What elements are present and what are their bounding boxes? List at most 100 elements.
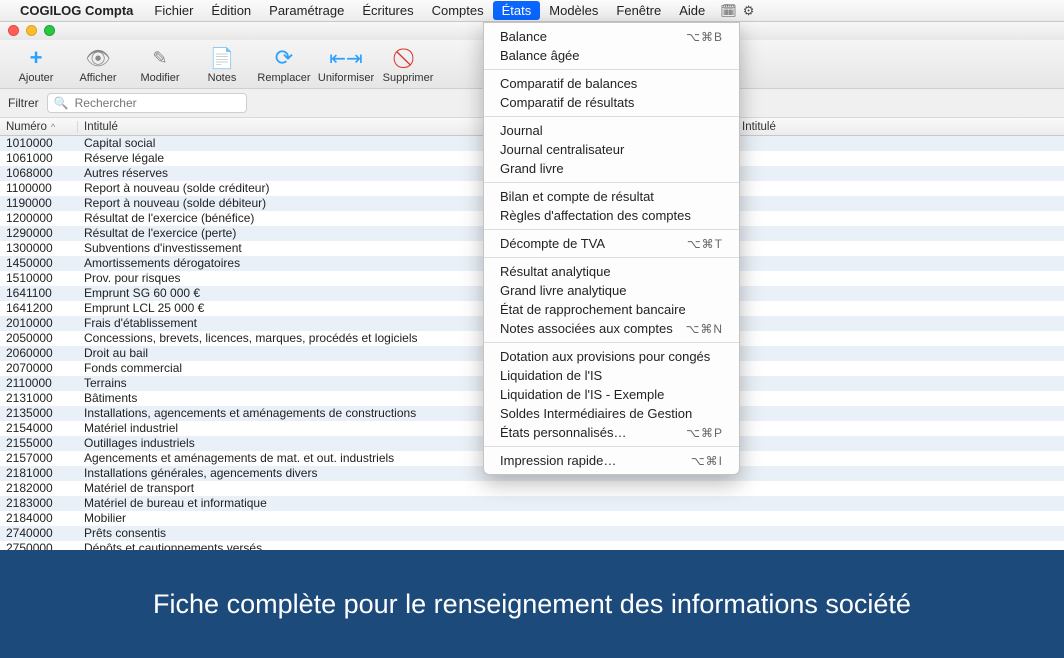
gear-icon[interactable]: ⚙ [743,3,755,19]
menu-item-label: États personnalisés… [500,425,626,440]
menu-fenêtre[interactable]: Fenêtre [607,1,670,20]
menu-item[interactable]: Bilan et compte de résultat [484,187,739,206]
menu-item[interactable]: Comparatif de balances [484,74,739,93]
menu-separator [484,69,739,70]
menu-modèles[interactable]: Modèles [540,1,607,20]
menu-item[interactable]: Journal centralisateur [484,140,739,159]
menu-item[interactable]: État de rapprochement bancaire [484,300,739,319]
menu-item-label: Règles d'affectation des comptes [500,208,691,223]
toolbar-label: Supprimer [383,72,434,84]
macos-menubar: COGILOG Compta FichierÉditionParamétrage… [0,0,1064,22]
cell-intitule: Report à nouveau (solde créditeur) [78,181,269,196]
cell-numero: 2110000 [0,376,78,391]
toolbar-label: Notes [208,72,237,84]
cell-numero: 2050000 [0,331,78,346]
menu-item[interactable]: Comparatif de résultats [484,93,739,112]
menu-états[interactable]: États [493,1,541,20]
column-intitule-2[interactable]: Intitulé [736,121,776,133]
toolbar-ajouter-button[interactable]: +Ajouter [6,44,66,86]
cell-numero: 1300000 [0,241,78,256]
toolbar-label: Uniformiser [318,72,374,84]
menu-item[interactable]: Balance âgée [484,46,739,65]
toolbar-modifier-button[interactable]: ✎ Modifier [130,44,190,86]
menu-item[interactable]: Dotation aux provisions pour congés [484,347,739,366]
toolbar-notes-button[interactable]: 📄Notes [192,44,252,86]
column-numero[interactable]: Numéro ^ [0,121,78,133]
cell-numero: 2070000 [0,361,78,376]
menu-édition[interactable]: Édition [202,1,260,20]
menu-fichier[interactable]: Fichier [145,1,202,20]
menu-item-label: Notes associées aux comptes [500,321,673,336]
menu-item[interactable]: Journal [484,121,739,140]
search-icon: 🔍 [54,96,69,110]
table-row[interactable]: 2183000Matériel de bureau et informatiqu… [0,496,1064,511]
search-input-wrap[interactable]: 🔍 [47,93,247,113]
toolbar-afficher-button[interactable]: 👁 Afficher [68,44,128,86]
column-intitule[interactable]: Intitulé [78,121,118,133]
toolbar-uniformiser-button[interactable]: ⇤⇥Uniformiser [316,44,376,86]
cell-numero: 1510000 [0,271,78,286]
cell-intitule: Droit au bail [78,346,148,361]
toolbar-label: Afficher [79,72,116,84]
cell-intitule: Dépôts et cautionnements versés [78,541,262,550]
menu-item[interactable]: Impression rapide…⌥⌘I [484,451,739,470]
eye-icon: 👁 [86,46,110,70]
menu-item[interactable]: Résultat analytique [484,262,739,281]
cell-intitule: Fonds commercial [78,361,182,376]
menu-item[interactable]: Notes associées aux comptes⌥⌘N [484,319,739,338]
cell-intitule: Matériel de transport [78,481,194,496]
menu-item[interactable]: Règles d'affectation des comptes [484,206,739,225]
cell-numero: 1010000 [0,136,78,151]
app-name[interactable]: COGILOG Compta [20,3,133,18]
menu-écritures[interactable]: Écritures [353,1,422,20]
menu-item[interactable]: Liquidation de l'IS [484,366,739,385]
calendar-icon[interactable]: 🗓 [720,3,737,19]
menu-item-label: Comparatif de résultats [500,95,634,110]
menu-item[interactable]: Liquidation de l'IS - Exemple [484,385,739,404]
zoom-window-icon[interactable] [44,25,55,36]
menu-item[interactable]: Grand livre analytique [484,281,739,300]
menu-item[interactable]: Balance⌥⌘B [484,27,739,46]
cell-intitule: Bâtiments [78,391,137,406]
cell-intitule: Prov. pour risques [78,271,181,286]
menu-item[interactable]: Grand livre [484,159,739,178]
menu-item-label: Dotation aux provisions pour congés [500,349,710,364]
close-window-icon[interactable] [8,25,19,36]
cell-intitule: Installations générales, agencements div… [78,466,317,481]
cell-intitule: Installations, agencements et aménagemen… [78,406,416,421]
pencil-icon: ✎ [148,46,172,70]
cell-numero: 2131000 [0,391,78,406]
etats-menu-dropdown: Balance⌥⌘B Balance âgée Comparatif de bala… [483,22,740,475]
toolbar-supprimer-button[interactable]: ⃠Supprimer [378,44,438,86]
menu-item[interactable]: Décompte de TVA⌥⌘T [484,234,739,253]
menu-item-label: Liquidation de l'IS - Exemple [500,387,664,402]
table-row[interactable]: 2182000Matériel de transport [0,481,1064,496]
table-row[interactable]: 2740000Prêts consentis [0,526,1064,541]
menu-item[interactable]: Soldes Intermédiaires de Gestion [484,404,739,423]
search-input[interactable] [73,95,240,111]
cell-numero: 2183000 [0,496,78,511]
menu-item-label: Comparatif de balances [500,76,637,91]
menu-separator [484,257,739,258]
menu-item[interactable]: États personnalisés… ⌥⌘P [484,423,739,442]
menu-item-label: Grand livre [500,161,564,176]
menu-item-label: Balance [500,29,547,44]
cell-numero: 2154000 [0,421,78,436]
toolbar-remplacer-button[interactable]: ⟳Remplacer [254,44,314,86]
menu-item-label: Balance âgée [500,48,580,63]
table-row[interactable]: 2750000Dépôts et cautionnements versés [0,541,1064,550]
cell-intitule: Réserve légale [78,151,164,166]
toolbar-label: Modifier [140,72,179,84]
cell-intitule: Report à nouveau (solde débiteur) [78,196,266,211]
cell-numero: 2740000 [0,526,78,541]
minimize-window-icon[interactable] [26,25,37,36]
menu-comptes[interactable]: Comptes [423,1,493,20]
cell-intitule: Agencements et aménagements de mat. et o… [78,451,394,466]
menu-aide[interactable]: Aide [670,1,714,20]
menu-paramétrage[interactable]: Paramétrage [260,1,353,20]
menu-item-shortcut: ⌥⌘P [686,426,723,440]
cell-numero: 1100000 [0,181,78,196]
table-row[interactable]: 2184000Mobilier [0,511,1064,526]
cell-intitule: Terrains [78,376,127,391]
toolbar-label: Ajouter [19,72,54,84]
